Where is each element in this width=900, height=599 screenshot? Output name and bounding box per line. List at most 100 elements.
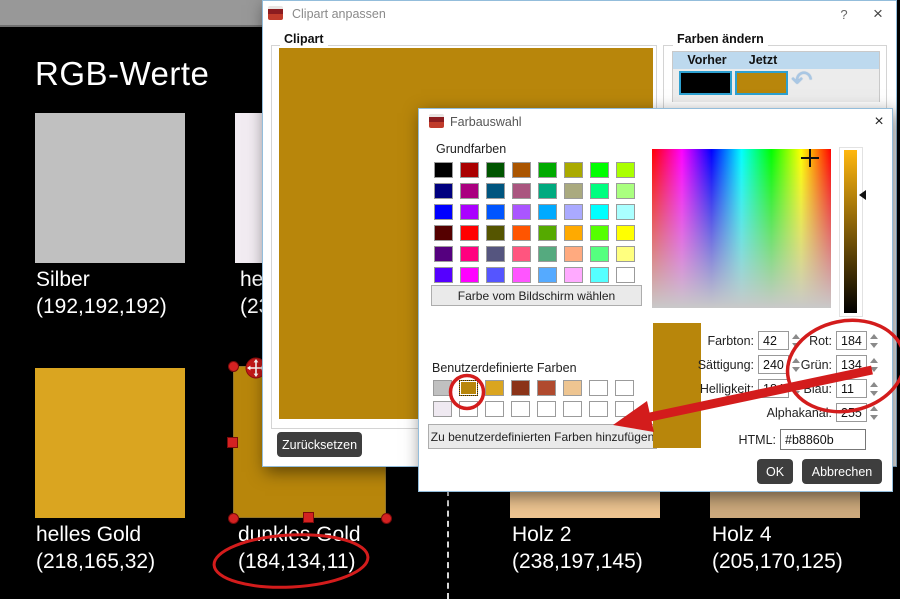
value-strip-pointer-icon[interactable] xyxy=(859,190,866,200)
basic-color-swatch[interactable] xyxy=(538,267,557,283)
basic-color-swatch[interactable] xyxy=(512,183,531,199)
basic-color-swatch[interactable] xyxy=(434,246,453,262)
custom-color-swatch[interactable] xyxy=(485,401,504,417)
basic-color-swatch[interactable] xyxy=(590,162,609,178)
basic-color-swatch[interactable] xyxy=(434,204,453,220)
basic-color-swatch[interactable] xyxy=(486,267,505,283)
before-color-swatch[interactable] xyxy=(679,71,732,95)
selection-handle-bottom-mid[interactable] xyxy=(303,512,314,523)
basic-color-swatch[interactable] xyxy=(564,183,583,199)
basic-color-swatch[interactable] xyxy=(616,267,635,283)
swatch-holz2-label: Holz 2 xyxy=(512,523,572,547)
basic-color-swatch[interactable] xyxy=(564,204,583,220)
basic-color-swatch[interactable] xyxy=(590,204,609,220)
basic-color-swatch[interactable] xyxy=(460,204,479,220)
basic-color-swatch[interactable] xyxy=(538,183,557,199)
custom-color-swatch[interactable] xyxy=(485,380,504,396)
custom-color-swatch[interactable] xyxy=(615,401,634,417)
alpha-spinner[interactable] xyxy=(867,406,878,420)
custom-color-swatch[interactable] xyxy=(433,380,452,396)
custom-color-swatch[interactable] xyxy=(511,380,530,396)
basic-color-swatch[interactable] xyxy=(564,225,583,241)
basic-color-swatch[interactable] xyxy=(486,246,505,262)
help-button[interactable]: ? xyxy=(833,3,855,25)
basic-color-swatch[interactable] xyxy=(512,204,531,220)
basic-colors-label: Grundfarben xyxy=(436,142,506,156)
custom-color-swatch[interactable] xyxy=(615,380,634,396)
colors-group-label: Farben ändern xyxy=(673,32,768,46)
basic-color-swatch[interactable] xyxy=(616,183,635,199)
basic-color-swatch[interactable] xyxy=(460,225,479,241)
basic-color-swatch[interactable] xyxy=(538,225,557,241)
basic-color-swatch[interactable] xyxy=(616,246,635,262)
selection-handle-left-mid[interactable] xyxy=(227,437,238,448)
basic-color-swatch[interactable] xyxy=(486,225,505,241)
value-strip[interactable] xyxy=(844,150,857,313)
hue-saturation-field[interactable] xyxy=(652,149,831,308)
basic-color-swatch[interactable] xyxy=(434,225,453,241)
swatch-helles-gold-value: (218,165,32) xyxy=(36,550,155,574)
basic-color-swatch[interactable] xyxy=(486,183,505,199)
red-spinner[interactable] xyxy=(867,334,878,348)
green-spinner[interactable] xyxy=(867,358,878,372)
basic-color-swatch[interactable] xyxy=(460,246,479,262)
swatch-holz4-label: Holz 4 xyxy=(712,523,772,547)
basic-color-swatch[interactable] xyxy=(564,246,583,262)
basic-color-swatch[interactable] xyxy=(538,204,557,220)
custom-color-swatch[interactable] xyxy=(459,380,478,396)
basic-color-swatch[interactable] xyxy=(564,267,583,283)
selection-handle-bottom-left[interactable] xyxy=(228,513,239,524)
alpha-input[interactable]: 255 xyxy=(836,403,867,422)
hue-input[interactable]: 42 xyxy=(758,331,789,350)
basic-color-swatch[interactable] xyxy=(590,183,609,199)
saturation-input[interactable]: 240 xyxy=(758,355,789,374)
basic-color-swatch[interactable] xyxy=(434,183,453,199)
custom-color-swatch[interactable] xyxy=(589,401,608,417)
selection-handle-bottom-right[interactable] xyxy=(381,513,392,524)
basic-color-swatch[interactable] xyxy=(512,162,531,178)
basic-color-swatch[interactable] xyxy=(616,162,635,178)
custom-color-swatch[interactable] xyxy=(511,401,530,417)
custom-color-swatch[interactable] xyxy=(459,401,478,417)
blue-input[interactable]: 11 xyxy=(836,379,867,398)
pick-screen-color-button[interactable]: Farbe vom Bildschirm wählen xyxy=(431,285,642,306)
basic-color-swatch[interactable] xyxy=(434,162,453,178)
html-color-input[interactable] xyxy=(780,429,866,450)
custom-color-swatch[interactable] xyxy=(537,380,556,396)
red-input[interactable]: 184 xyxy=(836,331,867,350)
ok-button[interactable]: OK xyxy=(757,459,793,484)
basic-color-swatch[interactable] xyxy=(616,204,635,220)
value-input[interactable]: 184 xyxy=(758,379,789,398)
custom-color-swatch[interactable] xyxy=(563,401,582,417)
selection-handle-top-left[interactable] xyxy=(228,361,239,372)
undo-icon[interactable]: ↶ xyxy=(791,65,813,96)
custom-color-swatch[interactable] xyxy=(589,380,608,396)
custom-color-swatch[interactable] xyxy=(563,380,582,396)
basic-color-swatch[interactable] xyxy=(512,267,531,283)
color-dialog-close-button[interactable]: × xyxy=(868,111,890,133)
now-color-swatch[interactable] xyxy=(735,71,788,95)
basic-color-swatch[interactable] xyxy=(486,162,505,178)
add-custom-color-button[interactable]: Zu benutzerdefinierten Farben hinzufügen xyxy=(428,424,657,449)
cancel-button[interactable]: Abbrechen xyxy=(802,459,882,484)
basic-color-swatch[interactable] xyxy=(434,267,453,283)
blue-spinner[interactable] xyxy=(867,382,878,396)
basic-color-swatch[interactable] xyxy=(460,162,479,178)
basic-color-swatch[interactable] xyxy=(512,246,531,262)
clipart-dialog-close-button[interactable]: × xyxy=(867,3,889,25)
green-input[interactable]: 134 xyxy=(836,355,867,374)
basic-color-swatch[interactable] xyxy=(616,225,635,241)
basic-color-swatch[interactable] xyxy=(590,267,609,283)
basic-color-swatch[interactable] xyxy=(460,183,479,199)
basic-color-swatch[interactable] xyxy=(564,162,583,178)
basic-color-swatch[interactable] xyxy=(538,162,557,178)
basic-color-swatch[interactable] xyxy=(590,225,609,241)
reset-button[interactable]: Zurücksetzen xyxy=(277,432,362,457)
custom-color-swatch[interactable] xyxy=(537,401,556,417)
basic-color-swatch[interactable] xyxy=(590,246,609,262)
custom-color-swatch[interactable] xyxy=(433,401,452,417)
basic-color-swatch[interactable] xyxy=(460,267,479,283)
basic-color-swatch[interactable] xyxy=(512,225,531,241)
basic-color-swatch[interactable] xyxy=(538,246,557,262)
basic-color-swatch[interactable] xyxy=(486,204,505,220)
